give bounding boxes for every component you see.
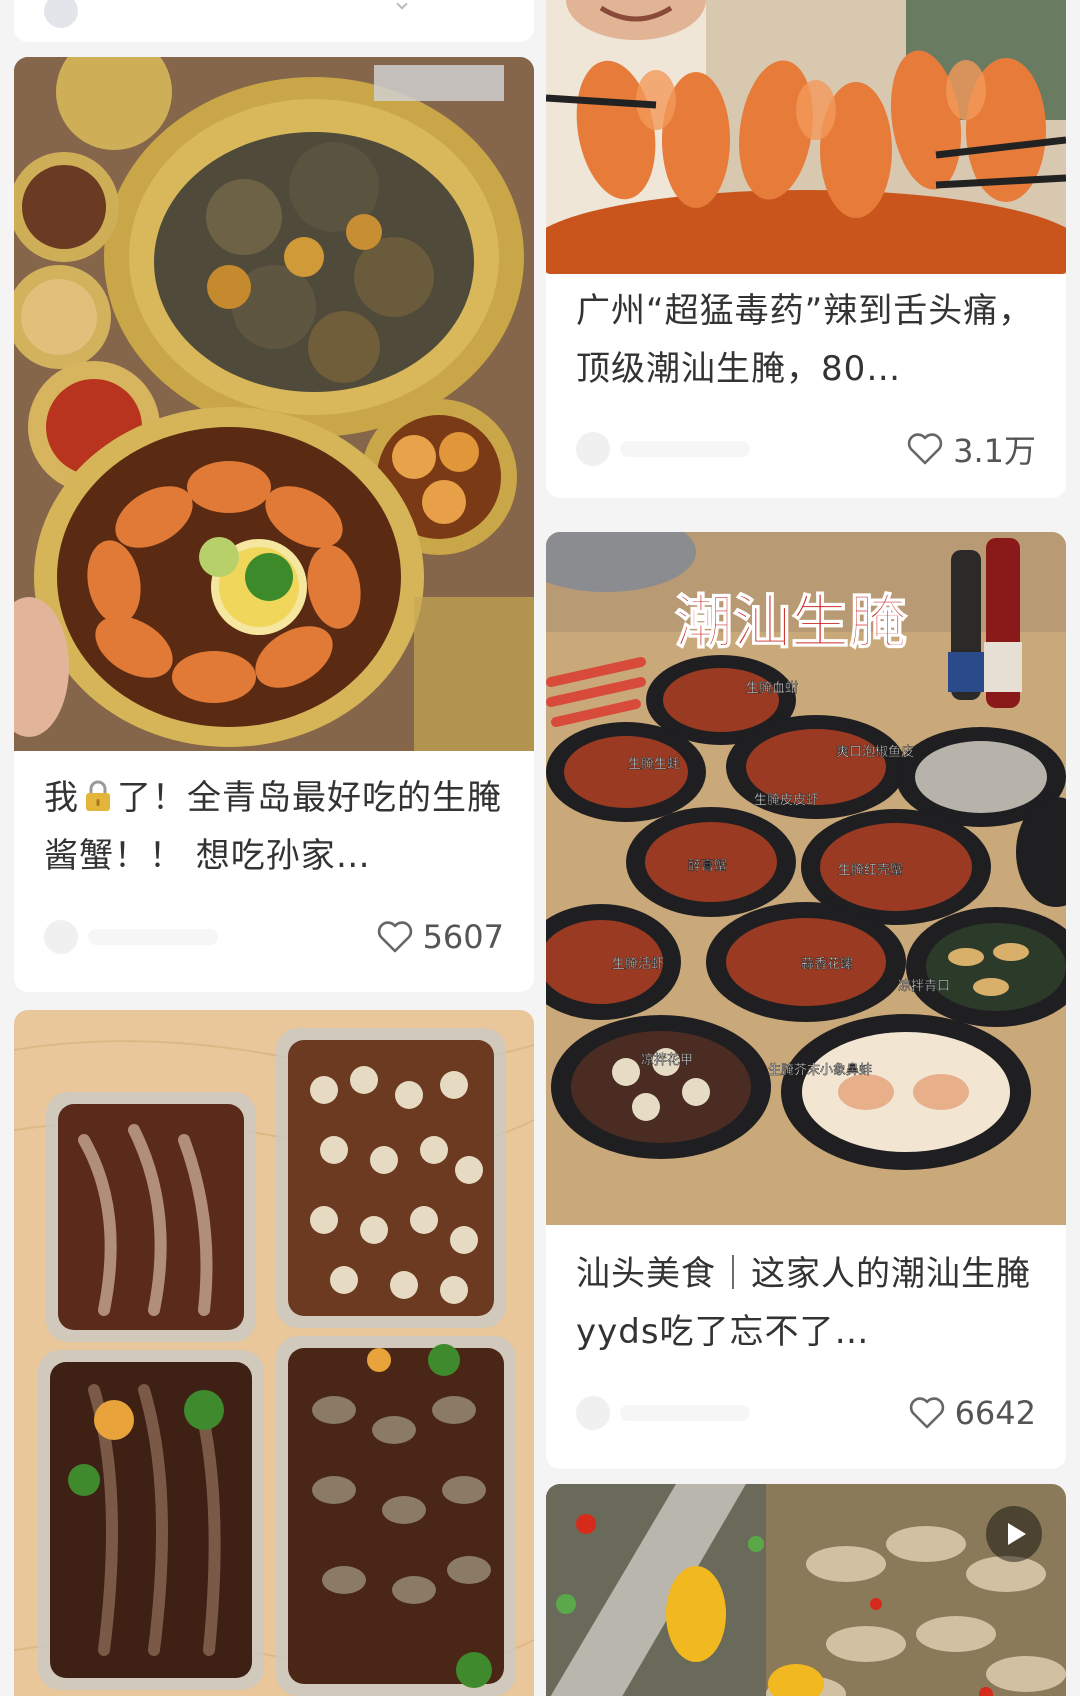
dish-label: 醉膏蟹	[688, 858, 727, 874]
dish-label: 凉拌花甲	[641, 1052, 693, 1068]
avatar[interactable]	[44, 920, 78, 954]
card-footer: 6642	[576, 1388, 1036, 1438]
author-name[interactable]	[88, 929, 218, 945]
dish-label: 生腌皮皮虾	[754, 793, 819, 808]
cover-image	[14, 1010, 534, 1696]
dish-label: 蒜香花螺	[801, 956, 853, 972]
image-headline: 潮汕生腌	[675, 588, 908, 656]
play-icon[interactable]	[986, 1506, 1042, 1562]
like-button[interactable]: 5607	[375, 912, 504, 962]
like-button[interactable]: 6642	[907, 1388, 1036, 1438]
dish-label: 生腌生蚝	[628, 757, 680, 772]
feed-card[interactable]	[546, 1484, 1066, 1696]
cover-image	[546, 0, 1066, 274]
avatar	[44, 0, 78, 28]
heart-icon	[907, 433, 943, 465]
feed-card[interactable]	[14, 1010, 534, 1696]
dish-label: 生腌芥末小象鼻蚌	[768, 1062, 872, 1078]
feed-card[interactable]: 广州“超猛毒药”辣到舌头痛，顶级潮汕生腌，80… 3.1万	[546, 0, 1066, 498]
heart-icon	[377, 921, 412, 953]
card-footer: 5607	[44, 912, 504, 962]
like-button[interactable]: 3.1万	[905, 424, 1036, 474]
dish-label: 凉拌青口	[898, 979, 950, 994]
card-title[interactable]: 我了！全青岛最好吃的生腌酱蟹！！ 想吃孙家…	[44, 769, 504, 885]
cover-image	[546, 1484, 1066, 1696]
feed-card[interactable]: 我了！全青岛最好吃的生腌酱蟹！！ 想吃孙家… 5607	[14, 57, 534, 992]
chevron-down-icon[interactable]	[396, 0, 408, 10]
card-title-part: 我	[44, 778, 79, 818]
cover-image	[14, 57, 534, 751]
heart-icon	[909, 1397, 944, 1429]
card-footer: 3.1万	[576, 424, 1036, 474]
like-count: 6642	[954, 1394, 1036, 1432]
cover-image: 潮汕生腌 生腌血蚶 生腌生蚝 爽口泡椒鱼皮 生腌皮皮虾 醉膏蟹 生腌红壳蟹 生腌…	[546, 532, 1066, 1225]
author-name[interactable]	[620, 441, 750, 457]
card-title[interactable]: 广州“超猛毒药”辣到舌头痛，顶级潮汕生腌，80…	[576, 282, 1036, 398]
dish-label: 生腌血蚶	[746, 681, 798, 696]
avatar[interactable]	[576, 432, 610, 466]
like-count: 5607	[422, 918, 504, 956]
dish-label: 爽口泡椒鱼皮	[836, 744, 914, 760]
author-name[interactable]	[620, 1405, 750, 1421]
dish-label: 生腌活虾	[612, 957, 664, 972]
avatar[interactable]	[576, 1396, 610, 1430]
dish-label: 生腌红壳蟹	[838, 862, 903, 878]
feed-card[interactable]: 潮汕生腌 生腌血蚶 生腌生蚝 爽口泡椒鱼皮 生腌皮皮虾 醉膏蟹 生腌红壳蟹 生腌…	[546, 532, 1066, 1469]
card-title[interactable]: 汕头美食｜这家人的潮汕生腌yyds吃了忘不了…	[576, 1245, 1036, 1361]
feed-card-partial-top[interactable]	[14, 0, 534, 42]
like-count: 3.1万	[953, 432, 1036, 470]
lock-icon	[86, 780, 110, 811]
